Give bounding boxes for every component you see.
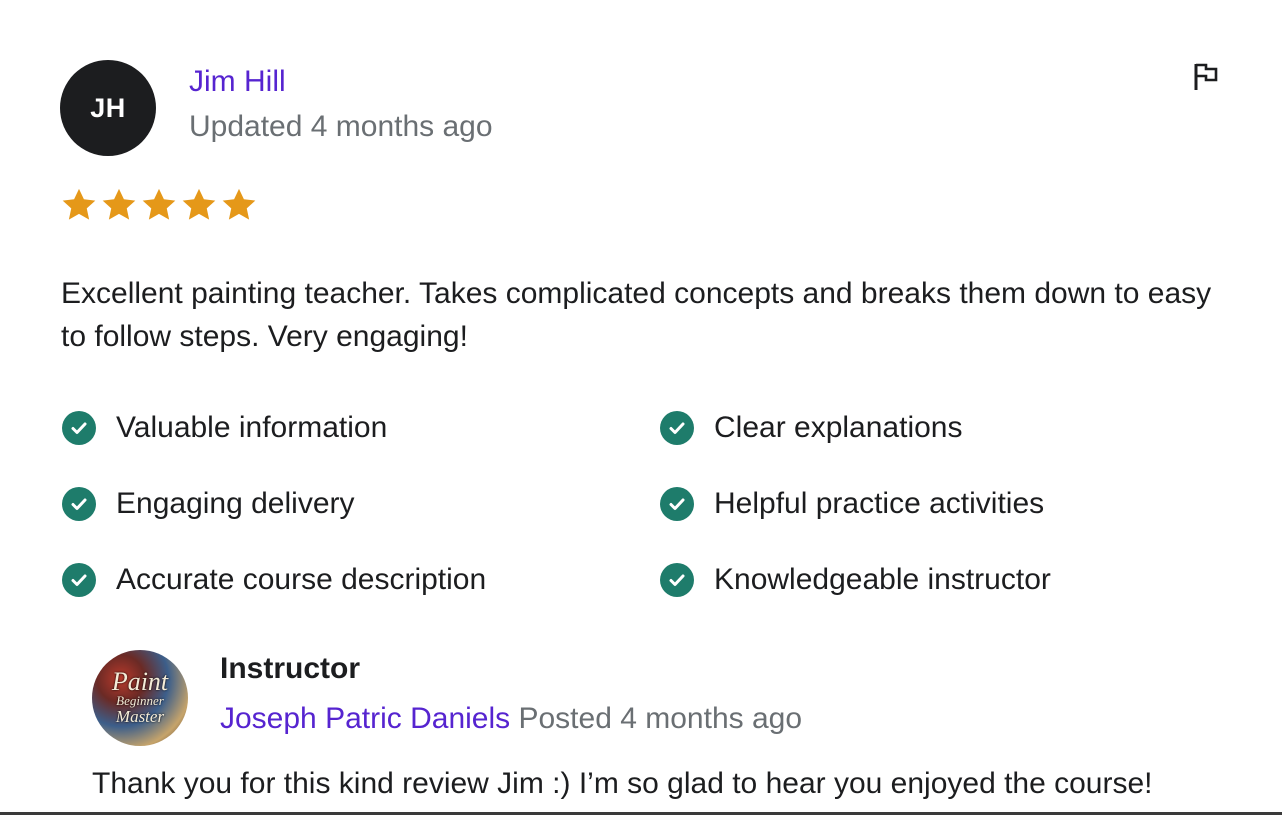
instructor-avatar-line2: Beginner [116,693,164,708]
instructor-heading: Instructor [220,652,361,685]
tag-label: Knowledgeable instructor [714,563,1051,596]
instructor-reply-text: Thank you for this kind review Jim :) I’… [92,767,1153,800]
check-circle-icon [62,487,96,521]
instructor-name-link[interactable]: Joseph Patric Daniels [220,702,510,735]
tag-item: Helpful practice activities [660,484,1044,524]
tag-item: Valuable information [62,408,387,448]
reviewer-avatar: JH [60,60,156,156]
review-date: Updated 4 months ago [189,110,493,143]
instructor-avatar-line1: Paint [111,667,169,696]
report-flag-button[interactable] [1186,58,1226,98]
review-text: Excellent painting teacher. Takes compli… [61,277,1212,353]
star-icon [180,186,218,224]
star-icon [100,186,138,224]
check-circle-icon [660,563,694,597]
reviewer-name[interactable]: Jim Hill [189,64,286,100]
star-icon [60,186,98,224]
tag-label: Helpful practice activities [714,487,1045,520]
instructor-avatar: Paint Beginner Master [92,650,188,746]
tag-item: Clear explanations [660,408,962,448]
star-rating [60,186,258,224]
flag-icon [1192,62,1220,95]
instructor-meta: Joseph Patric Daniels Posted 4 months ag… [220,700,802,738]
tag-label: Accurate course description [116,563,487,596]
star-icon [140,186,178,224]
tag-item: Engaging delivery [62,484,355,524]
check-circle-icon [62,563,96,597]
tag-item: Knowledgeable instructor [660,560,1051,600]
tag-label: Valuable information [116,411,388,444]
check-circle-icon [62,411,96,445]
check-circle-icon [660,411,694,445]
tag-label: Clear explanations [714,411,963,444]
check-circle-icon [660,487,694,521]
tag-item: Accurate course description [62,560,486,600]
response-date: Posted 4 months ago [510,702,803,735]
star-icon [220,186,258,224]
review-card: JH Jim Hill Updated 4 months ago Excelle… [0,0,1282,815]
tag-label: Engaging delivery [116,487,355,520]
avatar-initials: JH [90,92,126,123]
instructor-avatar-line3: Master [115,707,165,726]
